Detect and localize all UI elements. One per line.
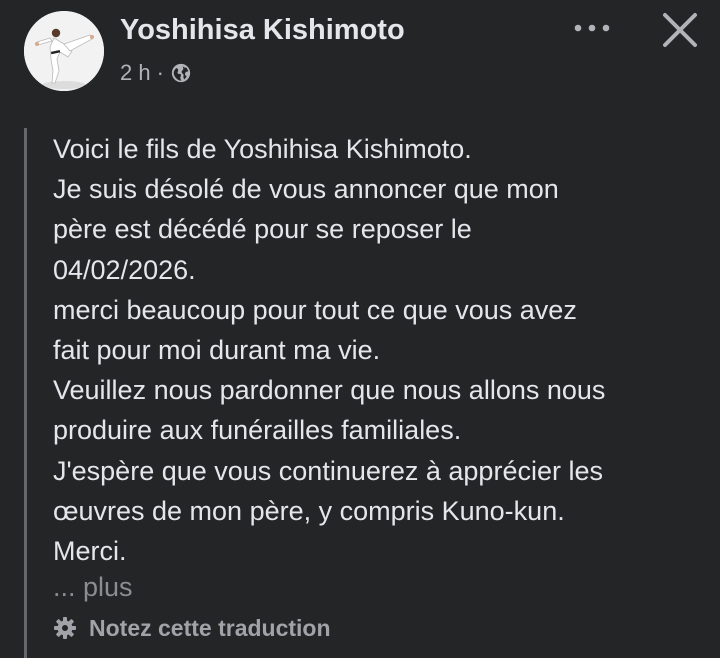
gear-icon (53, 616, 77, 640)
avatar-karate-figure-icon (24, 11, 104, 91)
author-name[interactable]: Yoshihisa Kishimoto (120, 14, 405, 47)
quote-bar (24, 128, 27, 658)
post-card: Yoshihisa Kishimoto 2 h · Voici le fils … (0, 0, 720, 658)
globe-icon[interactable] (170, 62, 192, 84)
meta-separator: · (156, 60, 164, 85)
rate-translation-label: Notez cette traduction (89, 614, 331, 641)
more-options-icon (574, 24, 610, 32)
rate-translation-button[interactable]: Notez cette traduction (53, 612, 331, 644)
post-meta: 2 h · (120, 60, 192, 86)
post-time[interactable]: 2 h (120, 60, 151, 86)
close-icon (663, 13, 697, 47)
see-more-link[interactable]: ... plus (53, 569, 133, 605)
avatar[interactable] (24, 11, 104, 91)
post-body: Voici le fils de Yoshihisa Kishimoto. Je… (53, 134, 606, 567)
close-button[interactable] (655, 5, 705, 55)
more-options-button[interactable] (566, 12, 618, 44)
